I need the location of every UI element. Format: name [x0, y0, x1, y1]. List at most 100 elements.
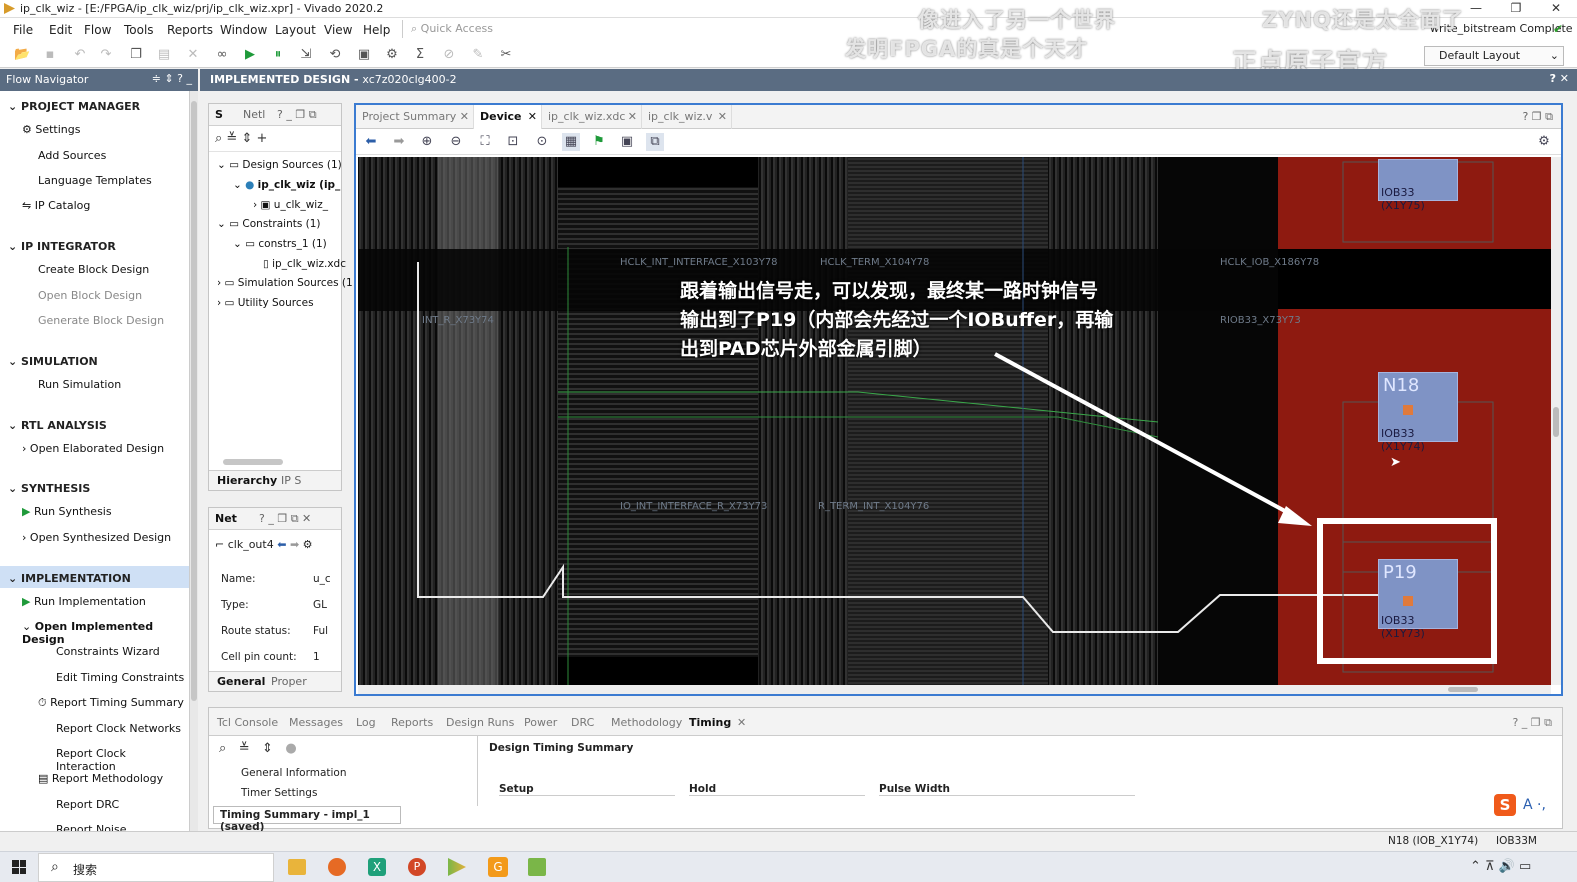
- panel-controls-icon[interactable]: ? _ ❐ ⧉: [277, 108, 317, 122]
- close-button[interactable]: ✕: [1536, 0, 1576, 18]
- fit-icon[interactable]: ⛶: [476, 133, 494, 151]
- timing-summary-result-tab[interactable]: Timing Summary - impl_1 (saved): [213, 806, 401, 833]
- menu-layout[interactable]: Layout: [275, 23, 316, 37]
- tree-ip-clk-wiz[interactable]: ⌄ ● ip_clk_wiz (ip_: [233, 179, 340, 191]
- device-hscrollbar[interactable]: [358, 685, 1551, 694]
- report-icon[interactable]: ▣: [356, 47, 372, 63]
- nav-ip-catalog[interactable]: ⇋ IP Catalog: [22, 199, 90, 212]
- tab-ip-sources[interactable]: IP S: [281, 474, 301, 487]
- vivado-taskbar-icon[interactable]: [448, 858, 466, 876]
- back-arrow-icon[interactable]: ⬅: [277, 538, 286, 551]
- nav-open-synthesized-design[interactable]: › Open Synthesized Design: [22, 531, 171, 544]
- nav-add-sources[interactable]: Add Sources: [38, 149, 106, 162]
- zoom-out-icon[interactable]: ⊖: [447, 133, 465, 151]
- run-icon[interactable]: ▶: [242, 47, 258, 63]
- menu-tools[interactable]: Tools: [124, 23, 154, 37]
- nav-open-implemented-design[interactable]: ⌄ Open Implemented Design: [22, 620, 189, 646]
- save-icon[interactable]: ▪: [42, 47, 58, 63]
- stop-icon[interactable]: ⊘: [441, 47, 457, 63]
- binoculars-icon[interactable]: ∞: [214, 47, 230, 63]
- paste-icon[interactable]: ▤: [156, 47, 172, 63]
- iob-tile-n18[interactable]: N18 IOB33 (X1Y74): [1378, 372, 1458, 453]
- back-icon[interactable]: ⬅: [362, 133, 380, 151]
- menu-window[interactable]: Window: [220, 23, 267, 37]
- section-implementation[interactable]: ⌄ IMPLEMENTATION: [8, 572, 131, 585]
- app-x-icon[interactable]: X: [368, 858, 386, 876]
- forward-arrow-icon[interactable]: ➡: [290, 538, 299, 551]
- timing-general-information[interactable]: General Information: [241, 767, 347, 779]
- menu-help[interactable]: Help: [363, 23, 390, 37]
- nav-report-timing-summary[interactable]: ⏱ Report Timing Summary: [38, 696, 184, 710]
- gear-icon[interactable]: ⚙: [1535, 133, 1553, 151]
- undo-icon[interactable]: ↶: [72, 47, 88, 63]
- menu-view[interactable]: View: [324, 23, 352, 37]
- iob-tile-p19[interactable]: P19 IOB33 (X1Y73): [1378, 559, 1458, 640]
- tab-design-runs[interactable]: Design Runs: [446, 716, 514, 729]
- nav-run-simulation[interactable]: Run Simulation: [38, 378, 121, 391]
- program-icon[interactable]: ⇲: [298, 47, 314, 63]
- tab-sources[interactable]: S: [215, 108, 223, 121]
- panel-controls-icon[interactable]: ≑ ⇕ ? _: [152, 72, 192, 85]
- nav-run-implementation[interactable]: ▶ Run Implementation: [22, 595, 146, 608]
- splitter[interactable]: [477, 736, 478, 806]
- tree-u-clk-wiz[interactable]: › ▣ u_clk_wiz_: [253, 199, 328, 211]
- tree-xdc-file[interactable]: ▯ ip_clk_wiz.xdc: [263, 258, 346, 270]
- nav-language-templates[interactable]: Language Templates: [38, 174, 152, 187]
- add-icon[interactable]: +: [257, 131, 268, 146]
- section-synthesis[interactable]: ⌄ SYNTHESIS: [8, 482, 90, 495]
- tab-methodology[interactable]: Methodology: [611, 716, 682, 729]
- expand-icon[interactable]: ⇕: [262, 741, 273, 756]
- tab-drc[interactable]: DRC: [571, 716, 594, 729]
- tab-device[interactable]: Device ✕: [474, 105, 542, 129]
- close-tab-icon[interactable]: ✕: [737, 716, 746, 729]
- nav-open-block-design[interactable]: Open Block Design: [38, 289, 142, 302]
- taskbar-search-box[interactable]: ⌕ 搜索: [38, 853, 274, 882]
- tree-design-sources[interactable]: ⌄ ▭ Design Sources (1): [217, 159, 342, 171]
- nav-run-synthesis[interactable]: ▶ Run Synthesis: [22, 505, 112, 518]
- quick-access-input[interactable]: ⌕ Quick Access: [402, 20, 562, 38]
- snapshot-icon[interactable]: ▣: [618, 133, 636, 151]
- route-icon[interactable]: ⚑: [590, 133, 608, 151]
- search-icon[interactable]: ⌕: [215, 131, 222, 146]
- routing-icon[interactable]: ▦: [562, 133, 580, 151]
- tab-messages[interactable]: Messages: [289, 716, 343, 729]
- nav-settings[interactable]: ⚙ Settings: [22, 123, 80, 136]
- delete-icon[interactable]: ✕: [185, 47, 201, 63]
- sigma-icon[interactable]: Σ: [412, 47, 428, 63]
- tree-constraints[interactable]: ⌄ ▭ Constraints (1): [217, 218, 321, 230]
- tab-timing[interactable]: Timing: [689, 716, 731, 729]
- search-icon[interactable]: ⌕: [219, 741, 226, 756]
- section-simulation[interactable]: ⌄ SIMULATION: [8, 355, 98, 368]
- iob-tile-x1y75[interactable]: IOB33 (X1Y75): [1378, 159, 1458, 212]
- copy-icon[interactable]: ❐: [128, 47, 144, 63]
- nav-edit-timing-constraints[interactable]: Edit Timing Constraints: [56, 671, 184, 684]
- tree-constrs-1[interactable]: ⌄ ▭ constrs_1 (1): [233, 238, 327, 250]
- nav-report-noise[interactable]: Report Noise: [56, 823, 126, 831]
- nav-report-clock-interaction[interactable]: Report Clock Interaction: [56, 747, 189, 773]
- panel-controls-icon[interactable]: ? _ ❐ ⧉ ✕: [259, 512, 311, 526]
- step-icon[interactable]: ⏸: [270, 47, 286, 63]
- collapse-all-icon[interactable]: ≚: [226, 131, 237, 146]
- section-ip-integrator[interactable]: ⌄ IP INTEGRATOR: [8, 240, 116, 253]
- tree-simulation-sources[interactable]: › ▭ Simulation Sources (1: [217, 277, 353, 289]
- tab-verilog[interactable]: ip_clk_wiz.v ✕: [642, 105, 732, 129]
- tab-power[interactable]: Power: [524, 716, 557, 729]
- file-explorer-icon[interactable]: [288, 859, 306, 875]
- nav-report-clock-networks[interactable]: Report Clock Networks: [56, 722, 181, 735]
- menu-reports[interactable]: Reports: [167, 23, 213, 37]
- tab-hierarchy[interactable]: Hierarchy: [217, 474, 277, 487]
- maximize-button[interactable]: ❐: [1496, 0, 1536, 18]
- device-vscrollbar[interactable]: [1551, 157, 1561, 685]
- tab-netlist[interactable]: Netl: [243, 108, 265, 121]
- stop-icon[interactable]: ●: [285, 741, 296, 756]
- debug-icon[interactable]: ✎: [470, 47, 486, 63]
- help-close-icon[interactable]: ? ✕: [1550, 72, 1569, 85]
- reset-icon[interactable]: ⟲: [327, 47, 343, 63]
- timing-timer-settings[interactable]: Timer Settings: [241, 787, 317, 799]
- app-g-icon[interactable]: G: [488, 857, 508, 877]
- tab-project-summary[interactable]: Project Summary ✕: [356, 105, 474, 129]
- redo-icon[interactable]: ↷: [98, 47, 114, 63]
- section-rtl-analysis[interactable]: ⌄ RTL ANALYSIS: [8, 419, 107, 432]
- nav-open-elaborated-design[interactable]: › Open Elaborated Design: [22, 442, 164, 455]
- tab-tcl-console[interactable]: Tcl Console: [217, 716, 278, 729]
